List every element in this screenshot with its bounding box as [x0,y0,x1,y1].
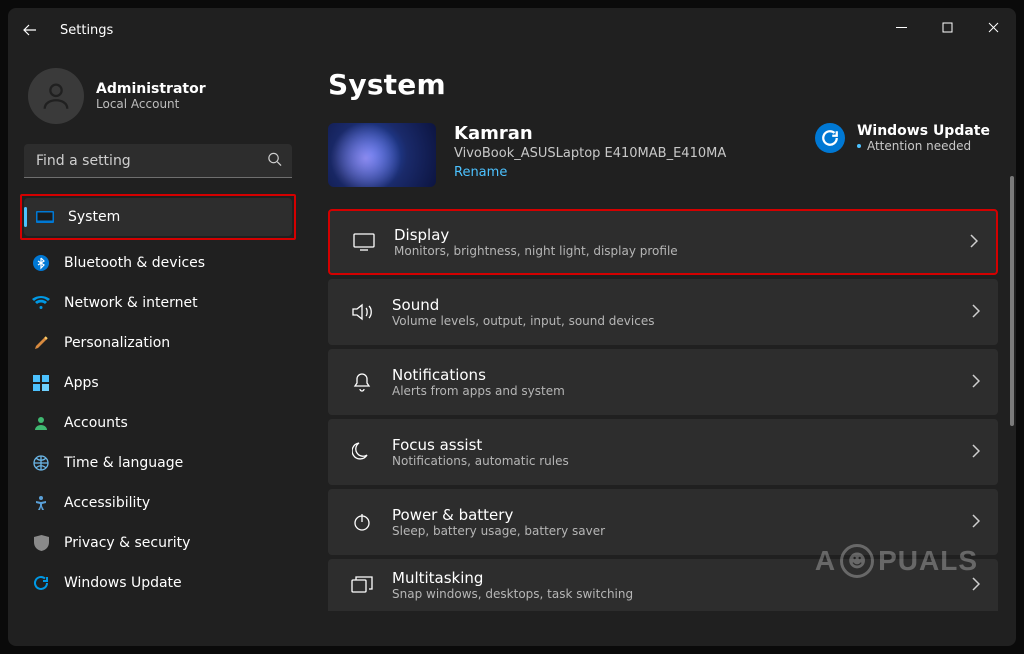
accessibility-icon [32,494,50,512]
power-icon [346,512,378,532]
moon-icon [346,442,378,462]
sidebar-item-time-language[interactable]: Time & language [20,444,296,482]
sidebar-item-label: Personalization [64,335,170,351]
multitasking-icon [346,576,378,594]
titlebar: Settings [8,8,1016,52]
sidebar-item-accounts[interactable]: Accounts [20,404,296,442]
sidebar-item-label: Bluetooth & devices [64,255,205,271]
minimize-button[interactable] [878,11,924,43]
windows-update-title: Windows Update [857,123,990,139]
rename-link[interactable]: Rename [454,165,726,180]
settings-cards: Display Monitors, brightness, night ligh… [328,209,1010,611]
sidebar-item-personalization[interactable]: Personalization [20,324,296,362]
globe-clock-icon [32,454,50,472]
sidebar-item-system[interactable]: System [24,198,292,236]
apps-icon [32,374,50,392]
accounts-icon [32,414,50,432]
close-button[interactable] [970,11,1016,43]
card-title: Notifications [392,366,565,384]
card-multitasking[interactable]: Multitasking Snap windows, desktops, tas… [328,559,998,611]
sidebar: Administrator Local Account System [8,52,308,646]
sidebar-item-label: Apps [64,375,99,391]
shield-icon [32,534,50,552]
paintbrush-icon [32,334,50,352]
device-thumbnail[interactable] [328,123,436,187]
sidebar-item-network[interactable]: Network & internet [20,284,296,322]
display-icon [348,233,380,251]
sidebar-item-label: Network & internet [64,295,198,311]
device-model: VivoBook_ASUSLaptop E410MAB_E410MA [454,146,726,161]
sidebar-item-apps[interactable]: Apps [20,364,296,402]
card-subtitle: Snap windows, desktops, task switching [392,587,633,601]
titlebar-title: Settings [60,23,113,38]
sidebar-item-accessibility[interactable]: Accessibility [20,484,296,522]
wifi-icon [32,294,50,312]
card-notifications[interactable]: Notifications Alerts from apps and syste… [328,349,998,415]
chevron-right-icon [972,513,980,532]
page-title: System [328,68,1010,101]
sidebar-item-label: Time & language [64,455,183,471]
search-wrap [24,144,292,178]
nav: System Bluetooth & devices Network & int… [20,194,296,602]
card-display[interactable]: Display Monitors, brightness, night ligh… [328,209,998,275]
device-row: Kamran VivoBook_ASUSLaptop E410MAB_E410M… [328,123,1010,187]
card-title: Display [394,226,678,244]
sidebar-item-label: Accessibility [64,495,150,511]
sidebar-item-label: Privacy & security [64,535,190,551]
card-title: Focus assist [392,436,569,454]
system-icon [36,208,54,226]
windows-update-status: Attention needed [857,139,990,153]
bluetooth-icon [32,254,50,272]
chevron-right-icon [972,373,980,392]
chevron-right-icon [970,233,978,252]
card-focus-assist[interactable]: Focus assist Notifications, automatic ru… [328,419,998,485]
card-subtitle: Notifications, automatic rules [392,454,569,468]
card-sound[interactable]: Sound Volume levels, output, input, soun… [328,279,998,345]
windows-update-block[interactable]: Windows Update Attention needed [815,123,990,153]
avatar [28,68,84,124]
sound-icon [346,303,378,321]
sidebar-item-label: Accounts [64,415,128,431]
search-input[interactable] [24,144,292,178]
user-subtitle: Local Account [96,97,206,111]
scrollbar[interactable] [1010,66,1014,632]
window-controls [878,17,1016,43]
main-panel: System Kamran VivoBook_ASUSLaptop E410MA… [308,52,1016,646]
update-icon [32,574,50,592]
search-icon [267,152,282,171]
back-button[interactable] [8,8,52,52]
sidebar-item-privacy[interactable]: Privacy & security [20,524,296,562]
user-block[interactable]: Administrator Local Account [20,60,296,144]
close-icon [988,22,999,33]
card-power[interactable]: Power & battery Sleep, battery usage, ba… [328,489,998,555]
device-name: Kamran [454,123,726,144]
card-title: Power & battery [392,506,605,524]
scrollbar-thumb[interactable] [1010,176,1014,426]
card-subtitle: Volume levels, output, input, sound devi… [392,314,654,328]
card-subtitle: Sleep, battery usage, battery saver [392,524,605,538]
windows-update-icon [815,123,845,153]
bell-icon [346,372,378,392]
sidebar-item-windows-update[interactable]: Windows Update [20,564,296,602]
minimize-icon [896,22,907,33]
chevron-right-icon [972,576,980,595]
settings-window: Settings Administrator Local Account [8,8,1016,646]
card-title: Sound [392,296,654,314]
chevron-right-icon [972,443,980,462]
person-icon [39,79,73,113]
user-name: Administrator [96,81,206,97]
device-info: Kamran VivoBook_ASUSLaptop E410MAB_E410M… [454,123,726,180]
back-arrow-icon [22,22,38,38]
highlight-nav-system: System [20,194,296,240]
card-subtitle: Alerts from apps and system [392,384,565,398]
maximize-button[interactable] [924,11,970,43]
sidebar-item-bluetooth[interactable]: Bluetooth & devices [20,244,296,282]
sidebar-item-label: System [68,209,120,225]
sidebar-item-label: Windows Update [64,575,182,591]
chevron-right-icon [972,303,980,322]
card-title: Multitasking [392,569,633,587]
card-subtitle: Monitors, brightness, night light, displ… [394,244,678,258]
maximize-icon [942,22,953,33]
